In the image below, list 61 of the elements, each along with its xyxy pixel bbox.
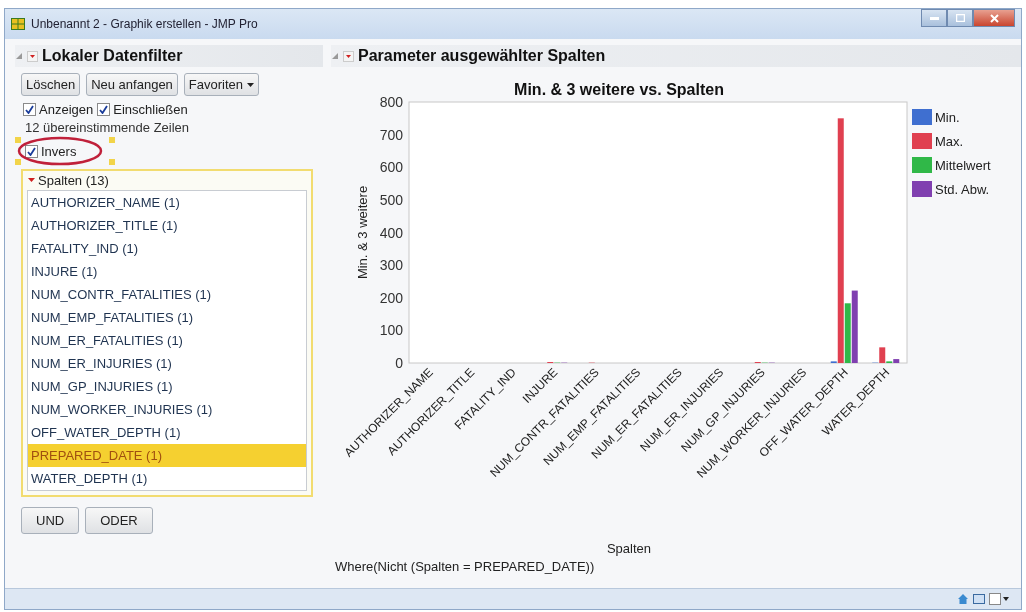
column-item[interactable]: OFF_WATER_DEPTH (1) bbox=[28, 421, 306, 444]
option-checkbox[interactable]: Einschließen bbox=[97, 102, 188, 117]
window-title: Unbenannt 2 - Graphik erstellen - JMP Pro bbox=[31, 17, 258, 31]
maximize-icon bbox=[955, 14, 965, 22]
minimize-button[interactable] bbox=[921, 9, 947, 27]
option-checkbox[interactable]: Anzeigen bbox=[23, 102, 94, 117]
y-tick-label: 300 bbox=[379, 257, 403, 274]
legend-label: Min. bbox=[935, 110, 960, 125]
y-tick-label: 500 bbox=[379, 191, 403, 208]
legend-label: Max. bbox=[935, 134, 964, 149]
logic-button[interactable]: ODER bbox=[85, 507, 153, 534]
grid-icon bbox=[11, 18, 25, 30]
maximize-button[interactable] bbox=[947, 9, 973, 27]
column-item[interactable]: NUM_WORKER_INJURIES (1) bbox=[28, 398, 306, 421]
y-tick-label: 800 bbox=[379, 94, 403, 110]
dropdown-menu-icon[interactable] bbox=[343, 50, 354, 62]
window-icon[interactable] bbox=[973, 593, 985, 605]
column-item[interactable]: WATER_DEPTH (1) bbox=[28, 467, 306, 490]
logic-button[interactable]: UND bbox=[21, 507, 80, 534]
column-item[interactable]: INJURE (1) bbox=[28, 260, 306, 283]
y-tick-label: 400 bbox=[379, 224, 403, 241]
y-tick-label: 0 bbox=[395, 355, 403, 371]
y-tick-label: 600 bbox=[379, 159, 403, 176]
column-item[interactable]: NUM_ER_INJURIES (1) bbox=[28, 352, 306, 375]
column-item[interactable]: NUM_ER_FATALITIES (1) bbox=[28, 329, 306, 352]
match-count: 12 übereinstimmende Zeilen bbox=[25, 120, 191, 135]
column-item[interactable]: NUM_GP_INJURIES (1) bbox=[28, 375, 306, 398]
report-title: Parameter ausgewählter Spalten bbox=[358, 47, 606, 65]
checkmark-icon bbox=[27, 146, 36, 156]
where-clause: Where(Nicht (Spalten = PREPARED_DATE)) bbox=[335, 559, 596, 574]
home-icon[interactable] bbox=[957, 593, 969, 605]
dropdown-menu-icon[interactable] bbox=[27, 50, 38, 62]
column-item[interactable]: PREPARED_DATE (1) bbox=[28, 444, 306, 467]
column-item[interactable]: AUTHORIZER_NAME (1) bbox=[28, 191, 306, 214]
column-item[interactable]: FATALITY_IND (1) bbox=[28, 237, 306, 260]
legend-label: Mittelwert bbox=[935, 158, 991, 173]
checkmark-icon bbox=[99, 105, 109, 114]
close-icon bbox=[989, 13, 999, 23]
checkmark-icon bbox=[25, 105, 34, 114]
x-axis-title: Spalten bbox=[606, 541, 652, 556]
menu-button[interactable]: Favoriten bbox=[183, 73, 260, 96]
filter-title: Lokaler Datenfilter bbox=[42, 47, 183, 65]
legend-label: Std. Abw. bbox=[935, 182, 990, 197]
y-axis-title: Min. & 3 weitere bbox=[355, 185, 370, 280]
column-item[interactable]: NUM_CONTR_FATALITIES (1) bbox=[28, 283, 306, 306]
close-button[interactable] bbox=[973, 9, 1015, 27]
dropdown-menu-icon[interactable] bbox=[27, 176, 36, 185]
chart-title: Min. & 3 weitere vs. Spalten bbox=[514, 81, 724, 98]
column-list-title: Spalten (13) bbox=[38, 173, 109, 188]
caret-icon bbox=[247, 82, 255, 87]
filter-button[interactable]: Neu anfangen bbox=[86, 73, 178, 96]
column-item[interactable]: AUTHORIZER_TITLE (1) bbox=[28, 214, 306, 237]
disclosure-icon[interactable] bbox=[15, 52, 23, 60]
filter-button[interactable]: Löschen bbox=[21, 73, 81, 96]
minimize-icon bbox=[929, 16, 939, 20]
disclosure-icon[interactable] bbox=[331, 52, 339, 60]
y-tick-label: 100 bbox=[379, 322, 403, 339]
y-tick-label: 200 bbox=[379, 289, 403, 306]
column-item[interactable]: NUM_EMP_FATALITIES (1) bbox=[28, 306, 306, 329]
y-tick-label: 700 bbox=[379, 126, 403, 143]
layout-dropdown-icon[interactable] bbox=[989, 593, 1009, 605]
